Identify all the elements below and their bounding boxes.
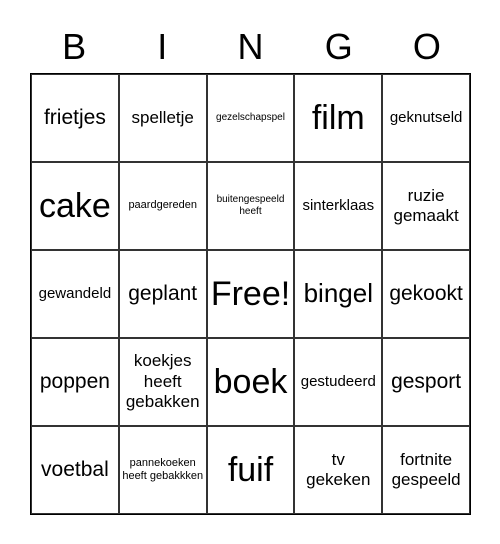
bingo-cell[interactable]: gestudeerd (294, 338, 383, 426)
bingo-cell[interactable]: gezelschapspel (206, 74, 295, 162)
bingo-cell[interactable]: spelletje (118, 74, 207, 162)
bingo-cell[interactable]: buitengespeeld heeft (206, 162, 295, 250)
bingo-cell[interactable]: gesport (382, 338, 470, 426)
bingo-cell[interactable]: pannekoeken heeft gebakkken (118, 426, 207, 514)
bingo-cell[interactable]: bingel (294, 250, 383, 338)
bingo-cell[interactable]: paardgereden (118, 162, 207, 250)
free-space-cell[interactable]: Free! (206, 250, 295, 338)
bingo-cell[interactable]: fuif (206, 426, 295, 514)
bingo-cell[interactable]: geplant (118, 250, 207, 338)
bingo-cell[interactable]: gewandeld (31, 250, 119, 338)
header-letter-g: G (324, 26, 353, 67)
bingo-grid: frietjes spelletje gezelschapspel film g… (30, 73, 471, 515)
header-letter-o: O (412, 26, 441, 67)
bingo-cell[interactable]: boek (206, 338, 295, 426)
bingo-cell[interactable]: fortnite gespeeld (382, 426, 470, 514)
header-letter-i: I (157, 26, 168, 67)
bingo-cell[interactable]: geknutseld (382, 74, 470, 162)
header-letter-b: B (62, 26, 87, 67)
bingo-cell[interactable]: tv gekeken (294, 426, 383, 514)
bingo-cell[interactable]: gekookt (382, 250, 470, 338)
bingo-cell[interactable]: cake (31, 162, 119, 250)
bingo-cell[interactable]: ruzie gemaakt (382, 162, 470, 250)
bingo-cell[interactable]: voetbal (31, 426, 119, 514)
bingo-cell[interactable]: sinterklaas (294, 162, 383, 250)
bingo-cell[interactable]: film (294, 74, 383, 162)
bingo-cell[interactable]: koekjes heeft gebakken (118, 338, 207, 426)
header-letter-n: N (237, 26, 264, 67)
bingo-cell[interactable]: frietjes (31, 74, 119, 162)
bingo-cell[interactable]: poppen (31, 338, 119, 426)
bingo-header: B I N G O (30, 22, 471, 72)
